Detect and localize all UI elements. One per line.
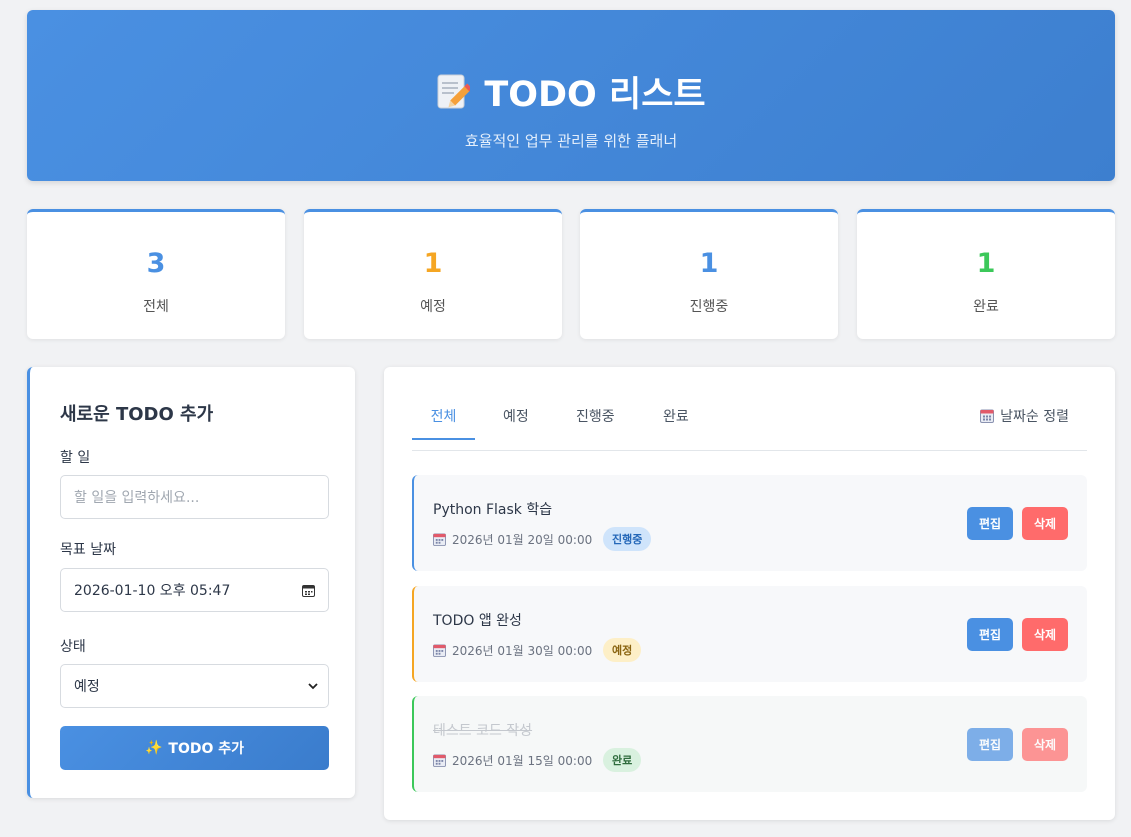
stat-label: 전체 — [143, 299, 169, 315]
todo-item: TODO 앱 완성 2026년 01월 30일 00:00 예정 편집 삭제 — [412, 586, 1087, 682]
calendar-icon — [433, 533, 446, 546]
task-input[interactable]: 할 일을 입력하세요... — [60, 475, 329, 519]
task-label: 할 일 — [60, 450, 91, 466]
stat-value: 1 — [976, 248, 996, 279]
title-text: TODO 리스트 — [484, 75, 706, 115]
stat-card-planned: 1 예정 — [304, 209, 562, 339]
status-badge: 예정 — [603, 638, 642, 662]
todo-title: Python Flask 학습 — [433, 502, 553, 518]
stat-label: 진행중 — [689, 299, 729, 315]
add-todo-title: 새로운 TODO 추가 — [60, 404, 214, 425]
filter-tabs: 전체 예정 진행중 완료 날짜순 정렬 — [412, 404, 1087, 451]
tab-all[interactable]: 전체 — [412, 406, 475, 440]
todo-list-panel: 전체 예정 진행중 완료 날짜순 정렬 Python Flask 학습 2026… — [384, 367, 1115, 820]
stat-label: 완료 — [973, 299, 999, 315]
todo-date: 2026년 01월 30일 00:00 — [433, 642, 592, 659]
status-label: 상태 — [60, 639, 86, 655]
delete-button[interactable]: 삭제 — [1022, 728, 1068, 761]
calendar-icon — [980, 409, 995, 423]
stat-card-done: 1 완료 — [857, 209, 1115, 339]
header-banner: TODO 리스트 효율적인 업무 관리를 위한 플래너 — [27, 10, 1115, 181]
calendar-icon — [433, 754, 446, 767]
stat-value: 3 — [146, 248, 166, 279]
page-subtitle: 효율적인 업무 관리를 위한 플래너 — [464, 132, 678, 150]
delete-button[interactable]: 삭제 — [1022, 618, 1068, 651]
tab-done[interactable]: 완료 — [663, 406, 689, 440]
stat-label: 예정 — [420, 299, 446, 315]
status-badge: 진행중 — [603, 527, 652, 551]
sparkles-icon: ✨ — [144, 740, 163, 756]
memo-icon — [437, 74, 471, 108]
todo-date: 2026년 01월 15일 00:00 — [433, 752, 592, 769]
stat-value: 1 — [423, 248, 443, 279]
todo-title: 테스트 코드 작성 — [433, 723, 533, 739]
status-badge: 완료 — [603, 748, 642, 772]
page-title: TODO 리스트 — [27, 66, 1115, 117]
date-input[interactable]: 2026-01-10 오후 05:47 — [60, 568, 329, 612]
add-todo-button-label: TODO 추가 — [168, 741, 245, 757]
todo-date-text: 2026년 01월 30일 00:00 — [452, 644, 593, 658]
calendar-picker-icon[interactable] — [302, 584, 315, 597]
status-select[interactable]: 예정 — [60, 664, 329, 708]
todo-title: TODO 앱 완성 — [433, 613, 522, 629]
add-todo-panel: 새로운 TODO 추가 할 일 할 일을 입력하세요... 목표 날짜 2026… — [27, 367, 355, 798]
chevron-down-icon — [308, 683, 318, 690]
date-value: 2026-01-10 오후 05:47 — [74, 583, 231, 599]
tab-planned[interactable]: 예정 — [503, 406, 529, 440]
calendar-icon — [433, 644, 446, 657]
sort-label: 날짜순 정렬 — [1000, 409, 1069, 425]
sort-by-date-button[interactable]: 날짜순 정렬 — [980, 406, 1069, 426]
status-select-value: 예정 — [74, 679, 100, 695]
stat-card-in-progress: 1 진행중 — [580, 209, 838, 339]
todo-date-text: 2026년 01월 15일 00:00 — [452, 754, 593, 768]
add-todo-button[interactable]: ✨ TODO 추가 — [60, 726, 329, 770]
edit-button[interactable]: 편집 — [967, 728, 1013, 761]
todo-item: Python Flask 학습 2026년 01월 20일 00:00 진행중 … — [412, 475, 1087, 571]
edit-button[interactable]: 편집 — [967, 507, 1013, 540]
todo-date: 2026년 01월 20일 00:00 — [433, 531, 592, 548]
delete-button[interactable]: 삭제 — [1022, 507, 1068, 540]
todo-date-text: 2026년 01월 20일 00:00 — [452, 533, 593, 547]
tab-in-progress[interactable]: 진행중 — [576, 406, 615, 440]
edit-button[interactable]: 편집 — [967, 618, 1013, 651]
todo-item: 테스트 코드 작성 2026년 01월 15일 00:00 완료 편집 삭제 — [412, 696, 1087, 792]
date-label: 목표 날짜 — [60, 542, 116, 558]
stat-card-total: 3 전체 — [27, 209, 285, 339]
stat-value: 1 — [699, 248, 719, 279]
